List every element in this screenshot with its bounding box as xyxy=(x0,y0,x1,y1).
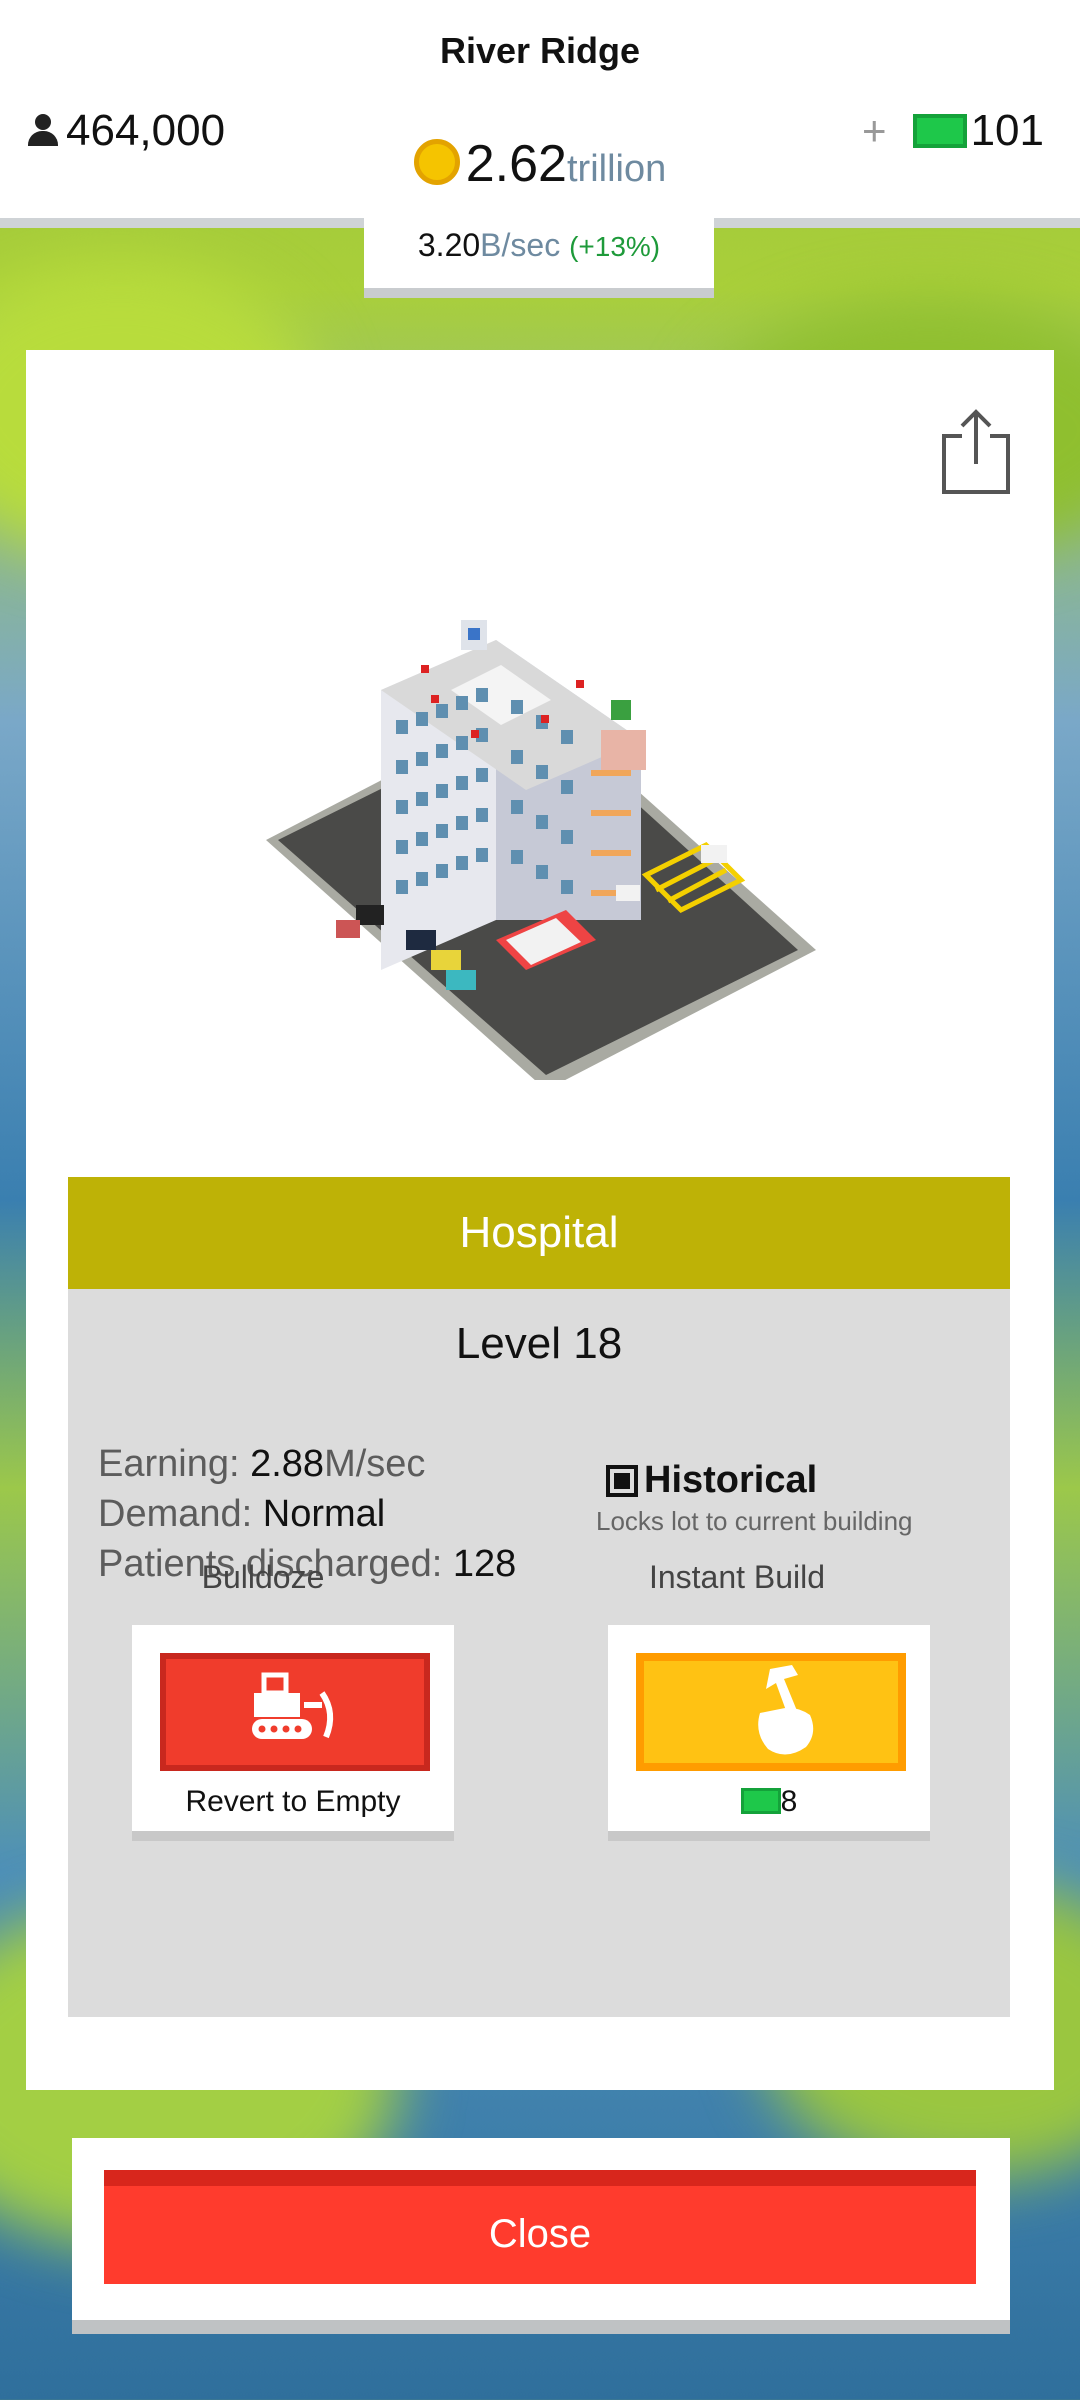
historical-row[interactable]: Historical xyxy=(606,1459,926,1502)
earning-row: Earning: 2.88M/sec xyxy=(98,1439,516,1489)
earning-unit: M/sec xyxy=(324,1443,426,1485)
patients-value: 128 xyxy=(452,1543,517,1585)
historical-label: Historical xyxy=(644,1459,818,1501)
earning-label: Earning: xyxy=(98,1443,240,1485)
earning-value: 2.88 xyxy=(250,1443,325,1485)
share-icon[interactable] xyxy=(940,406,1012,496)
bulldoze-title: Bulldoze xyxy=(201,1559,325,1595)
gem-icon xyxy=(740,1788,781,1814)
bulldoze-button[interactable] xyxy=(160,1653,430,1771)
money-value: 2.62 xyxy=(465,135,567,193)
hammer-hand-icon xyxy=(758,1665,814,1755)
coin-icon xyxy=(413,139,460,185)
instant-build-button[interactable] xyxy=(636,1653,906,1771)
gems-counter[interactable]: + 101 xyxy=(862,106,1044,156)
building-card: Hospital Level 18 Earning: 2.88M/sec Dem… xyxy=(26,350,1054,2090)
demand-label: Demand: xyxy=(98,1493,253,1535)
income-rate: 3.20B/sec (+13%) xyxy=(364,210,714,288)
hospital-building-image xyxy=(266,620,816,1080)
top-bar: River Ridge 464,000 2.62trillion + 101 xyxy=(0,0,1080,218)
instant-build-card-shadow xyxy=(608,1831,930,1841)
money-unit: trillion xyxy=(566,148,667,190)
historical-description: Locks lot to current building xyxy=(596,1506,913,1536)
close-button[interactable]: Close xyxy=(104,2170,976,2284)
instant-build-cost: 8 xyxy=(608,1785,930,1819)
instant-build-title: Instant Build xyxy=(648,1559,826,1595)
close-container-shadow xyxy=(72,2320,1010,2334)
bulldozer-icon xyxy=(252,1672,334,1739)
building-name-banner: Hospital xyxy=(68,1177,1010,1289)
building-info-panel: Hospital Level 18 Earning: 2.88M/sec Dem… xyxy=(68,1177,1010,2017)
gems-value: 101 xyxy=(970,106,1044,155)
demand-row: Demand: Normal xyxy=(98,1489,516,1539)
income-rate-shadow xyxy=(364,288,714,298)
demand-value: Normal xyxy=(262,1493,386,1535)
building-level: Level 18 xyxy=(455,1319,623,1368)
historical-toggle[interactable]: Historical Locks lot to current building xyxy=(596,1459,926,1537)
bulldoze-label: Revert to Empty xyxy=(185,1785,401,1818)
instant-build-card[interactable]: 8 xyxy=(608,1625,930,1831)
income-change: (+13%) xyxy=(569,231,661,262)
gem-icon xyxy=(912,114,967,148)
add-gems-button[interactable]: + xyxy=(862,107,887,155)
bulldoze-card[interactable]: Revert to Empty xyxy=(132,1625,454,1831)
bulldoze-card-shadow xyxy=(132,1831,454,1841)
instant-build-cost-value: 8 xyxy=(780,1785,798,1818)
income-unit: B/sec xyxy=(480,227,561,263)
city-name: River Ridge xyxy=(439,30,641,71)
income-value: 3.20 xyxy=(417,227,481,263)
checkbox-icon[interactable] xyxy=(606,1464,638,1497)
close-container: Close xyxy=(72,2138,1010,2320)
